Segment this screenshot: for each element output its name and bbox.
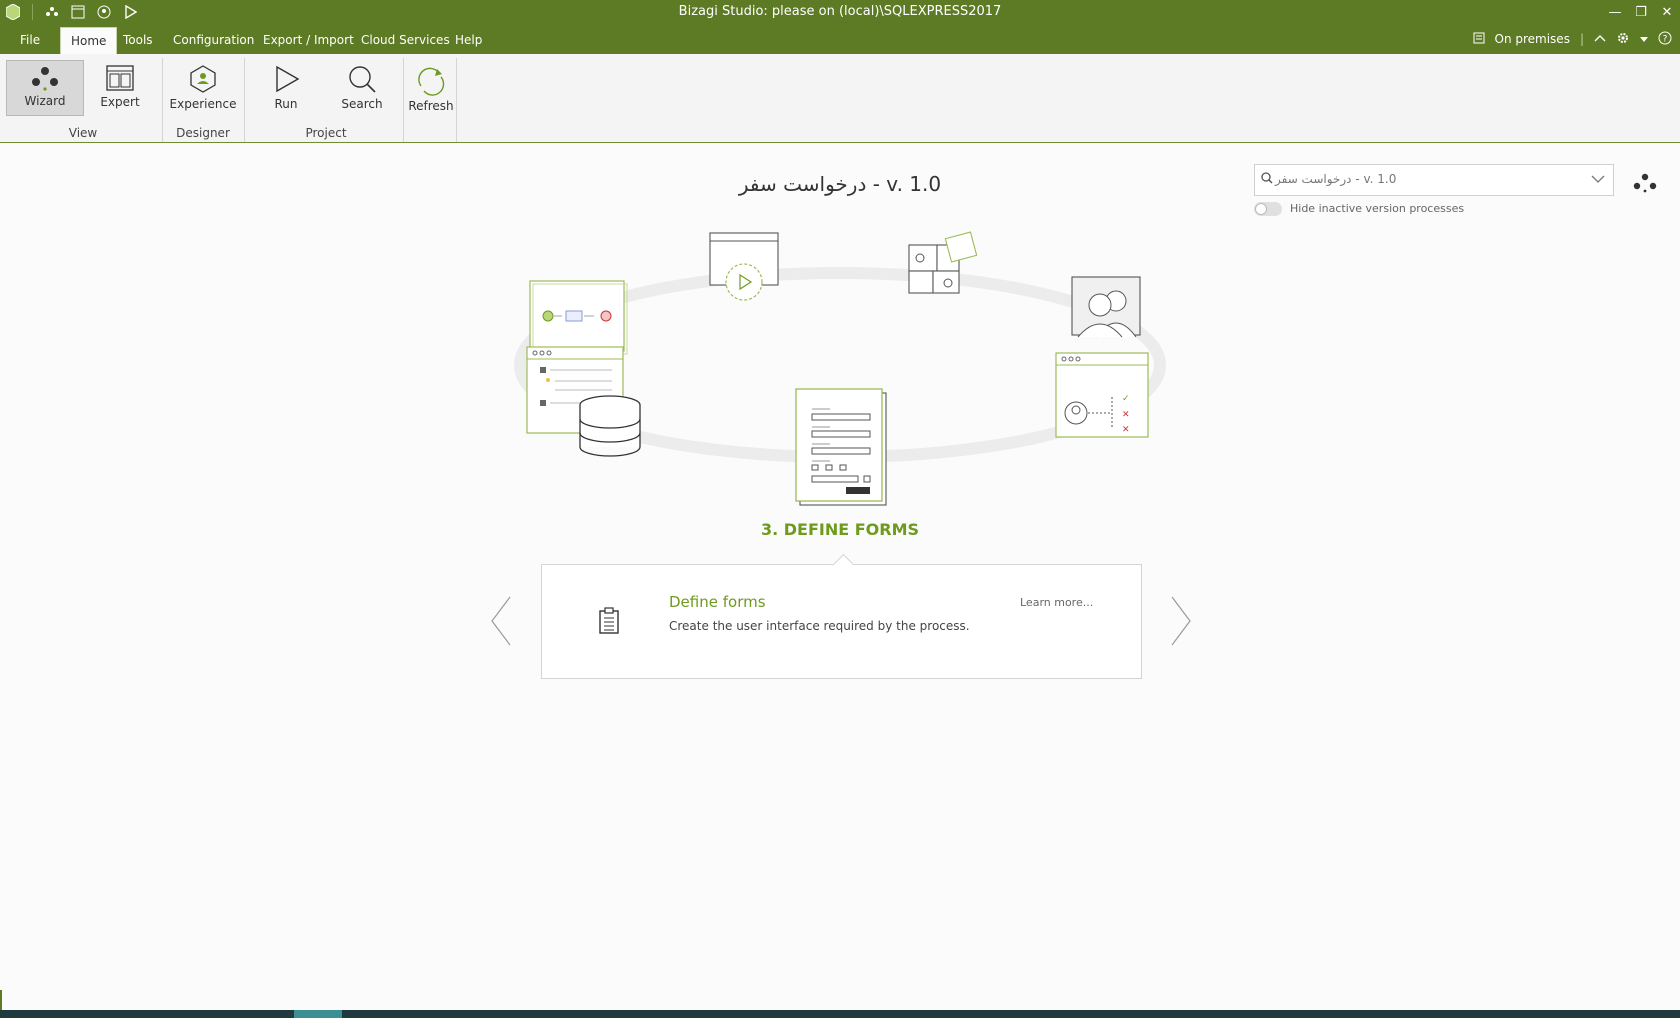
execute-icon[interactable] [709, 232, 779, 301]
wizard-label: Wizard [24, 94, 66, 108]
restore-button[interactable]: ❐ [1628, 0, 1654, 24]
search-icon [349, 66, 376, 93]
on-premises-label[interactable]: On premises [1495, 32, 1570, 46]
experience-label: Experience [169, 97, 237, 111]
expert-button[interactable]: Expert [82, 60, 158, 114]
tab-file[interactable]: File [10, 27, 50, 54]
window-controls: — ❐ ✕ [1602, 0, 1680, 24]
users-icon[interactable] [1071, 276, 1141, 338]
wizard-view-icon[interactable] [1632, 172, 1658, 198]
search-button[interactable]: Search [324, 60, 400, 114]
close-button[interactable]: ✕ [1654, 0, 1680, 24]
next-step-arrow-icon[interactable] [1170, 596, 1192, 650]
window-title: Bizagi Studio: please on (local)\SQLEXPR… [678, 4, 1002, 19]
step-info-card: Define forms Create the user interface r… [541, 553, 1142, 679]
tab-cloud-services[interactable]: Cloud Services [351, 27, 460, 54]
hide-inactive-label: Hide inactive version processes [1290, 202, 1465, 215]
model-process-icon[interactable] [529, 280, 628, 355]
title-bar: Bizagi Studio: please on (local)\SQLEXPR… [0, 0, 1680, 24]
group-label-view: View [68, 126, 98, 140]
group-label-designer: Designer [176, 126, 230, 140]
wizard-icon [32, 67, 58, 91]
settings-gear-icon[interactable] [1616, 31, 1630, 48]
clipboard-icon [598, 607, 620, 639]
data-model-icon[interactable] [526, 346, 641, 457]
run-button[interactable]: Run [248, 60, 324, 114]
window-edge [0, 990, 2, 1010]
expert-label: Expert [100, 95, 140, 109]
expert-icon [106, 65, 134, 91]
refresh-button[interactable]: Refresh [393, 62, 469, 116]
help-icon[interactable]: ? [1658, 31, 1672, 48]
security-icon[interactable]: ✓ ✕ ✕ [1055, 352, 1149, 438]
group-label-project: Project [305, 126, 347, 140]
run-label: Run [274, 97, 298, 111]
refresh-label: Refresh [408, 99, 454, 113]
refresh-icon [418, 67, 445, 96]
chevron-down-icon[interactable] [1591, 173, 1605, 187]
menu-right-area: On premises | ? [1473, 24, 1673, 54]
search-label: Search [341, 97, 383, 111]
minimize-button[interactable]: — [1602, 0, 1628, 24]
on-premises-icon [1473, 32, 1485, 47]
ribbon: Wizard Expert Experience Run Search Refr… [0, 54, 1680, 143]
svg-text:✕: ✕ [1122, 410, 1130, 420]
experience-icon [190, 65, 216, 93]
search-placeholder: درخواست سفر - v. 1.0 [1275, 172, 1397, 186]
process-search-input[interactable]: درخواست سفر - v. 1.0 [1254, 164, 1614, 196]
settings-dropdown-icon[interactable] [1640, 32, 1648, 46]
card-title: Define forms [669, 593, 766, 611]
search-icon [1261, 172, 1273, 187]
experience-button[interactable]: Experience [165, 60, 241, 114]
menu-divider: | [1579, 32, 1584, 46]
menu-bar: File Home Tools Configuration Export / I… [0, 24, 1680, 55]
collapse-ribbon-icon[interactable] [1594, 32, 1606, 46]
hide-inactive-toggle[interactable] [1254, 202, 1282, 216]
tab-configuration[interactable]: Configuration [163, 27, 264, 54]
taskbar-active-app[interactable] [294, 1010, 342, 1018]
previous-step-arrow-icon[interactable] [490, 596, 512, 650]
svg-text:✓: ✓ [1122, 394, 1130, 404]
svg-text:?: ? [1663, 34, 1668, 44]
learn-more-link[interactable]: Learn more... [1020, 596, 1093, 609]
tab-tools[interactable]: Tools [113, 27, 163, 54]
run-icon [276, 65, 300, 93]
tab-help[interactable]: Help [445, 27, 492, 54]
wizard-button[interactable]: Wizard [6, 60, 84, 116]
card-description: Create the user interface required by th… [669, 619, 970, 633]
step-title: 3. DEFINE FORMS [760, 520, 920, 539]
tab-export-import[interactable]: Export / Import [253, 27, 364, 54]
svg-text:✕: ✕ [1122, 425, 1130, 435]
tab-home[interactable]: Home [60, 27, 118, 55]
wizard-illustration: ✓ ✕ ✕ [514, 231, 1166, 506]
taskbar [0, 1010, 1680, 1018]
form-icon[interactable] [795, 388, 887, 506]
